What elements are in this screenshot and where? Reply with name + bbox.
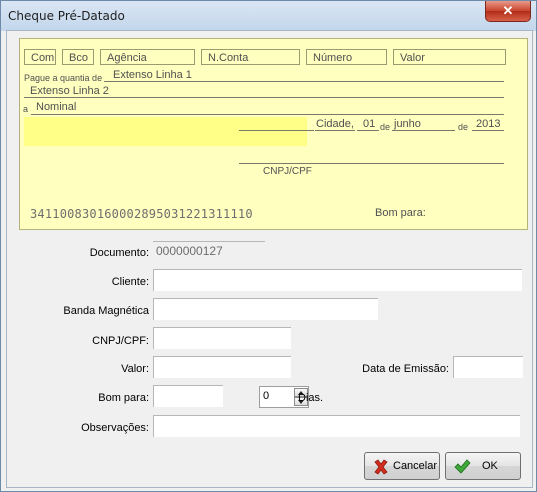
header-numero: Número	[306, 49, 387, 65]
dia-rule	[357, 130, 379, 131]
extenso-line-1: Extenso Linha 1	[113, 69, 192, 81]
dia: 01	[363, 118, 376, 130]
signature-rule	[239, 163, 504, 164]
mes: junho	[394, 118, 421, 130]
title-bar[interactable]: Cheque Pré-Datado ✕	[1, 1, 536, 31]
data-emissao-field[interactable]	[453, 356, 523, 378]
cnpj-cpf-field[interactable]	[153, 327, 291, 349]
documento-field[interactable]: 0000000127	[153, 241, 265, 261]
nominal: Nominal	[36, 101, 77, 113]
observacoes-label: Observações:	[81, 422, 149, 434]
cliente-label: Cliente:	[111, 276, 149, 288]
valor-label: Valor:	[121, 363, 149, 375]
dialog-window: Cheque Pré-Datado ✕ Com Bco Agência N.Co…	[0, 0, 537, 492]
ano-rule	[472, 130, 504, 131]
bom-para-field[interactable]	[153, 385, 223, 407]
window-title: Cheque Pré-Datado	[8, 9, 125, 23]
cidade: Cidade,	[316, 118, 354, 130]
cheque-preview: Com Bco Agência N.Conta Número Valor Pag…	[19, 38, 528, 230]
dias-value[interactable]: 0	[263, 390, 269, 402]
a-label: a	[23, 104, 29, 114]
dialog-body: Com Bco Agência N.Conta Número Valor Pag…	[6, 30, 533, 488]
data-emissao-label: Data de Emissão:	[362, 363, 449, 375]
close-icon: ✕	[502, 3, 514, 18]
valor-field[interactable]	[153, 356, 291, 378]
header-com: Com	[24, 49, 56, 65]
ano: 2013	[476, 118, 501, 130]
cancel-label: Cancelar	[393, 460, 438, 472]
documento-label: Documento:	[89, 247, 149, 259]
cancel-button[interactable]: Cancelar	[364, 452, 440, 480]
red-x-icon	[374, 459, 388, 475]
mes-rule	[392, 130, 455, 131]
micr-code: 341100830160002895031221311110	[30, 207, 253, 221]
cnpj-cpf-label: CNPJ/CPF:	[92, 335, 149, 347]
banda-magnetica-label: Banda Magnética	[63, 305, 149, 317]
nominal-rule	[31, 114, 504, 115]
cnpj-cpf-caption: CNPJ/CPF	[263, 166, 312, 177]
extenso-line-2: Extenso Linha 2	[30, 85, 109, 97]
close-button[interactable]: ✕	[485, 1, 531, 22]
header-valor: Valor	[393, 49, 506, 65]
header-agencia: Agência	[100, 49, 195, 65]
ok-button[interactable]: OK	[445, 452, 521, 480]
city-rule	[315, 130, 355, 131]
dias-label: Dias.	[298, 392, 324, 404]
de-label-2: de	[458, 122, 469, 132]
banda-magnetica-field[interactable]	[153, 298, 378, 320]
bom-para-label: Bom para:	[98, 392, 149, 404]
pague-label: Pague a quantia de	[24, 73, 103, 83]
bom-para-caption: Bom para:	[375, 207, 426, 219]
city-rule-left	[239, 130, 314, 131]
de-label-1: de	[380, 122, 391, 132]
signature-highlight	[24, 117, 307, 146]
green-check-icon	[454, 459, 471, 474]
header-bco: Bco	[62, 49, 94, 65]
cliente-field[interactable]	[153, 269, 522, 291]
header-nconta: N.Conta	[201, 49, 300, 65]
extenso-line-1-rule	[104, 81, 504, 82]
observacoes-field[interactable]	[153, 415, 520, 437]
extenso-line-2-rule	[24, 97, 504, 98]
ok-label: OK	[482, 460, 498, 472]
